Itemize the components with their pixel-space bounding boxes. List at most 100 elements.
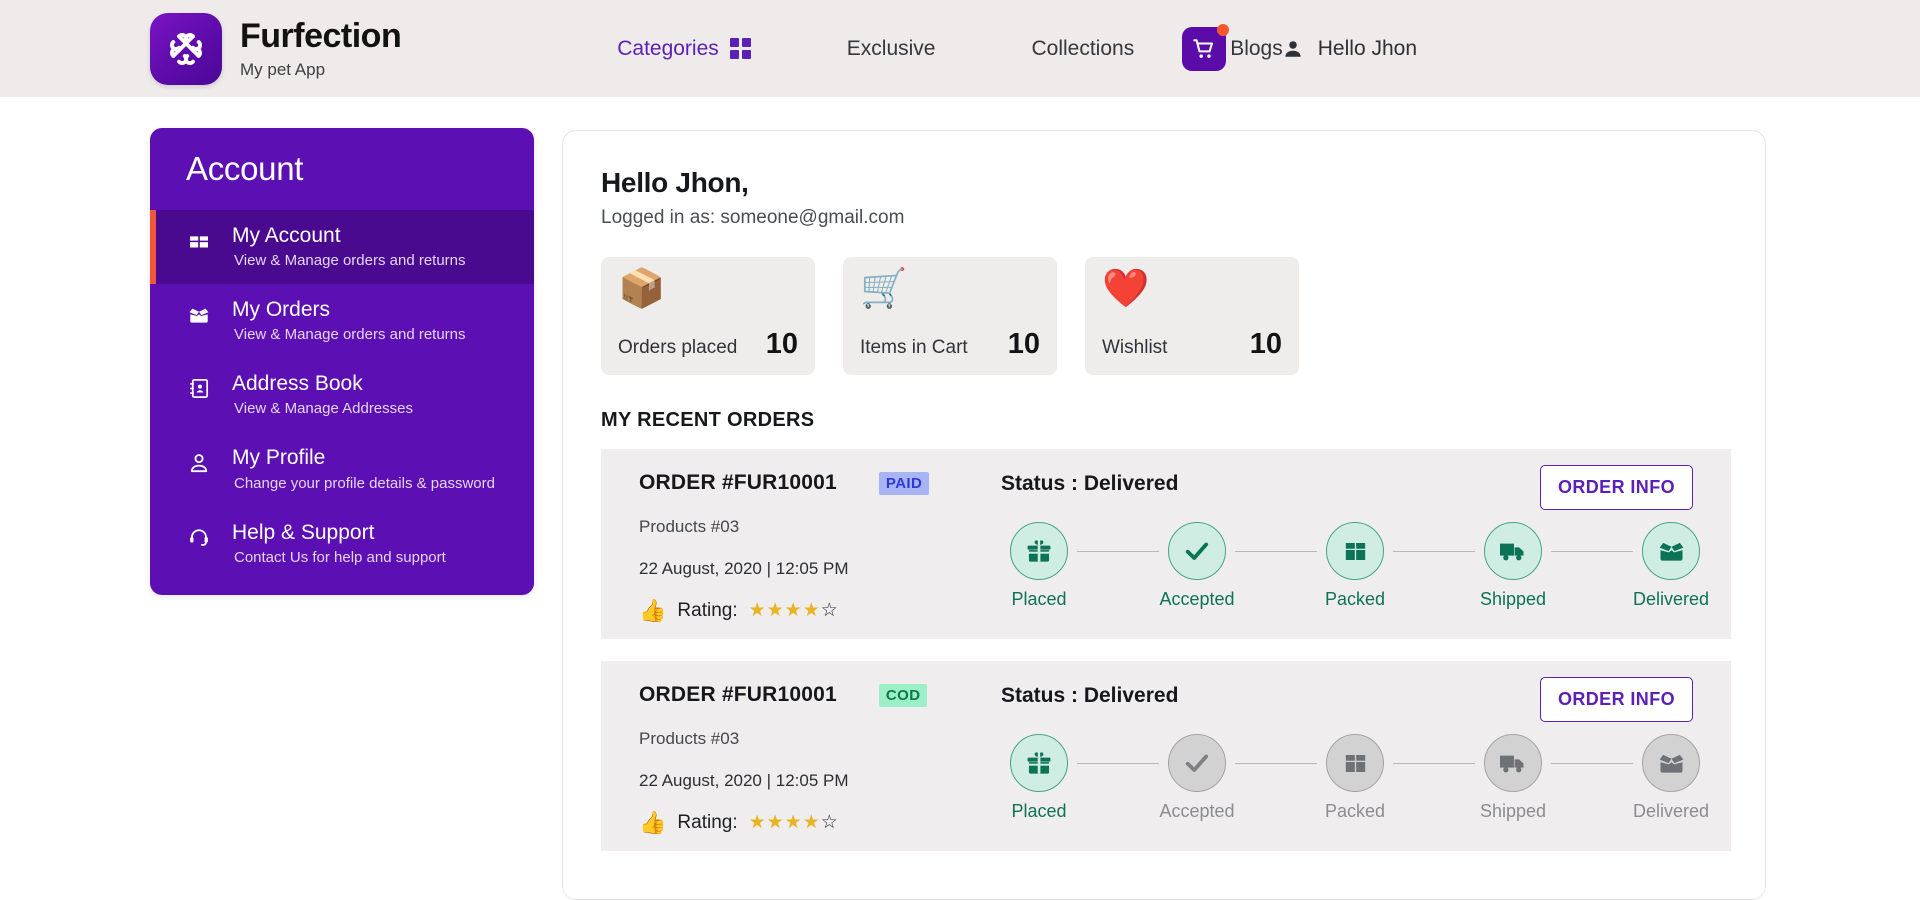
sidebar-desc: Change your profile details & password — [234, 474, 495, 492]
sidebar-label: My Orders — [232, 298, 331, 322]
stat-value: 10 — [1007, 328, 1040, 360]
user-menu[interactable]: Hello Jhon — [1282, 37, 1417, 61]
step-accepted: Accepted — [1159, 734, 1235, 822]
brand-subtitle: My pet App — [240, 60, 326, 79]
stat-label: Orders placed — [618, 337, 738, 358]
brand-title: Furfection — [240, 17, 402, 55]
step-shipped: Shipped — [1475, 522, 1551, 610]
order-info-button[interactable]: ORDER INFO — [1539, 465, 1693, 510]
order-id: ORDER #FUR10001 — [639, 683, 837, 706]
sidebar-item-address-book[interactable]: Address Book View & Manage Addresses — [150, 358, 534, 432]
step-shipped: Shipped — [1475, 734, 1551, 822]
sidebar-label: My Account — [232, 224, 341, 247]
step-label: Placed — [1011, 589, 1067, 609]
sidebar-desc: View & Manage orders and returns — [234, 252, 466, 270]
order-products: Products #03 — [639, 517, 740, 536]
rating-label: Rating: — [677, 811, 738, 833]
stat-card-orders-placed[interactable]: 📦 Orders placed 10 — [601, 257, 815, 375]
cart-button[interactable] — [1181, 23, 1229, 71]
step-label: Packed — [1324, 589, 1386, 609]
account-sidebar: Account My Account View & Manage orders … — [150, 128, 534, 595]
payment-status-badge: PAID — [878, 471, 930, 495]
step-connector — [1077, 763, 1159, 764]
grid-icon — [729, 38, 751, 59]
step-label: Placed — [1011, 801, 1067, 821]
step-label: Accepted — [1159, 801, 1235, 821]
sidebar-desc: Contact Us for help and support — [234, 548, 446, 566]
step-connector — [1077, 551, 1159, 552]
order-id: ORDER #FUR10001 — [639, 471, 837, 494]
gift-icon — [1010, 522, 1068, 580]
stat-value: 10 — [1249, 328, 1282, 360]
sidebar-item-my-profile[interactable]: My Profile Change your profile details &… — [150, 432, 534, 506]
stat-label: Wishlist — [1102, 337, 1168, 358]
order-progress-tracker: Placed Accepted Packed Shipped Delivered — [1001, 734, 1731, 822]
person-icon — [186, 451, 212, 475]
nav-item-categories[interactable]: Categories — [569, 37, 799, 61]
site-header: Furfection My pet App Categories Exclusi… — [0, 0, 1920, 97]
truck-icon — [1484, 522, 1542, 580]
stat-label: Items in Cart — [860, 337, 968, 358]
step-label: Accepted — [1159, 589, 1235, 609]
order-rating[interactable]: 👍 Rating: ★★★★☆ — [639, 811, 1001, 834]
order-row: ORDER #FUR10001 PAID Products #03 22 Aug… — [601, 449, 1731, 639]
step-connector — [1235, 551, 1317, 552]
thumbs-up-icon: 👍 — [639, 809, 667, 835]
headset-icon — [186, 526, 212, 550]
sidebar-label: Help & Support — [232, 520, 375, 544]
order-products: Products #03 — [639, 729, 740, 748]
stat-card-items-in-cart[interactable]: 🛒 Items in Cart 10 — [843, 257, 1057, 375]
step-connector — [1551, 551, 1633, 552]
check-icon — [1168, 522, 1226, 580]
box-icon — [186, 229, 212, 253]
page-title: Hello Jhon, — [601, 167, 749, 198]
header-right: Hello Jhon — [1181, 0, 1920, 97]
box-icon — [1326, 734, 1384, 792]
app-logo-icon — [150, 12, 222, 85]
recent-orders-heading: MY RECENT ORDERS — [601, 409, 815, 431]
cart-icon: 🛒 — [860, 268, 908, 310]
sidebar-item-my-account[interactable]: My Account View & Manage orders and retu… — [150, 210, 534, 285]
order-rating[interactable]: 👍 Rating: ★★★★☆ — [639, 599, 1001, 622]
star-rating[interactable]: ★★★★☆ — [749, 599, 839, 622]
step-label: Delivered — [1632, 801, 1710, 821]
step-connector — [1235, 763, 1317, 764]
thumbs-up-icon: 👍 — [639, 597, 667, 623]
rating-label: Rating: — [677, 599, 738, 621]
sidebar-item-my-orders[interactable]: My Orders View & Manage orders and retur… — [150, 284, 534, 358]
address-book-icon — [186, 377, 212, 400]
package-icon: 📦 — [618, 268, 666, 310]
nav-item-exclusive[interactable]: Exclusive — [799, 37, 984, 61]
step-delivered: Delivered — [1633, 522, 1709, 610]
step-label: Packed — [1324, 801, 1386, 821]
stats-row: 📦 Orders placed 10 🛒 Items in Cart 10 ❤️… — [601, 257, 1727, 375]
sidebar-title: Account — [186, 150, 304, 187]
star-rating[interactable]: ★★★★☆ — [749, 811, 839, 834]
step-accepted: Accepted — [1159, 522, 1235, 610]
step-connector — [1551, 763, 1633, 764]
step-packed: Packed — [1317, 522, 1393, 610]
step-label: Shipped — [1479, 801, 1547, 821]
sidebar-desc: View & Manage Addresses — [234, 400, 413, 418]
step-label: Shipped — [1479, 589, 1547, 609]
cart-notification-dot — [1216, 23, 1229, 36]
step-placed: Placed — [1001, 522, 1077, 610]
open-box-icon — [186, 303, 212, 327]
step-connector — [1393, 763, 1475, 764]
order-info-button[interactable]: ORDER INFO — [1539, 677, 1693, 722]
box-icon — [1326, 522, 1384, 580]
order-date: 22 August, 2020 | 12:05 PM — [639, 559, 849, 578]
order-row: ORDER #FUR10001 COD Products #03 22 Augu… — [601, 661, 1731, 851]
payment-status-badge: COD — [878, 683, 928, 707]
brand[interactable]: Furfection My pet App — [150, 12, 402, 85]
nav-item-collections[interactable]: Collections — [983, 37, 1182, 61]
account-panel: Hello Jhon, Logged in as: someone@gmail.… — [562, 130, 1766, 900]
stat-card-wishlist[interactable]: ❤️ Wishlist 10 — [1085, 257, 1299, 375]
heart-icon: ❤️ — [1102, 268, 1150, 310]
open-box-icon — [1642, 734, 1700, 792]
step-packed: Packed — [1317, 734, 1393, 822]
order-date: 22 August, 2020 | 12:05 PM — [639, 771, 849, 790]
stat-value: 10 — [765, 328, 798, 360]
sidebar-item-help-support[interactable]: Help & Support Contact Us for help and s… — [150, 507, 534, 581]
user-greeting: Hello Jhon — [1317, 36, 1417, 60]
